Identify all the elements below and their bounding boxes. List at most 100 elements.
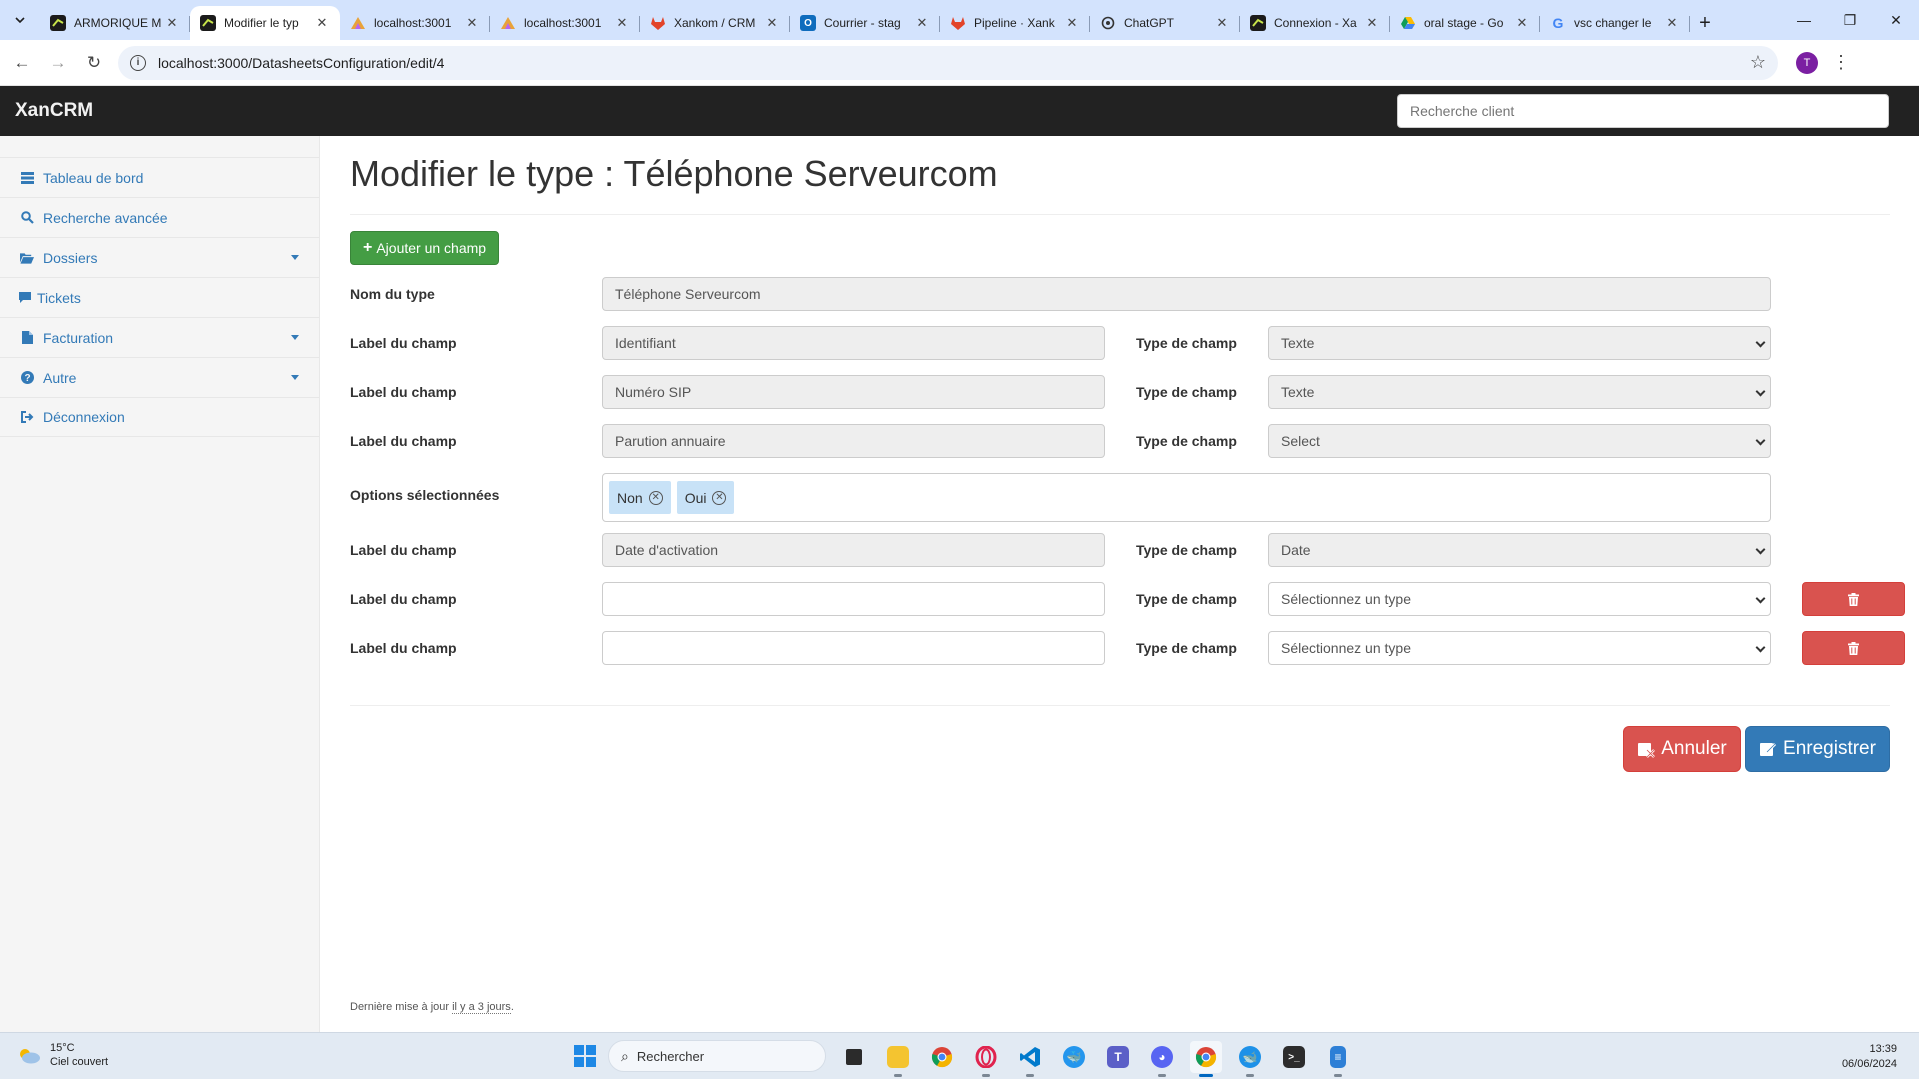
browser-menu-icon[interactable]: ⋮ (1832, 52, 1850, 73)
terminal-icon[interactable]: >_ (1278, 1041, 1310, 1073)
tab-close-icon[interactable]: ✕ (914, 15, 930, 31)
bookmark-star-icon[interactable]: ☆ (1750, 52, 1766, 73)
opera-icon[interactable] (970, 1041, 1002, 1077)
delete-field-button[interactable] (1802, 582, 1905, 616)
field-label-input[interactable] (602, 631, 1105, 665)
weather-widget[interactable]: 15°C Ciel couvert (16, 1041, 108, 1069)
profile-avatar[interactable]: T (1796, 51, 1818, 74)
browser-tab[interactable]: Xankom / CRM ✕ (640, 6, 790, 40)
cancel-button[interactable]: Annuler (1623, 726, 1741, 772)
browser-tab[interactable]: Pipeline · Xank ✕ (940, 6, 1090, 40)
sidebar-item-logout[interactable]: Déconnexion (0, 397, 319, 437)
tab-close-icon[interactable]: ✕ (464, 15, 480, 31)
tab-close-icon[interactable]: ✕ (1364, 15, 1380, 31)
chrome-active-icon[interactable] (1190, 1041, 1222, 1077)
browser-tab[interactable]: ARMORIQUE M ✕ (40, 6, 190, 40)
page-title: Modifier le type : Téléphone Serveurcom (350, 153, 998, 194)
client-search-input[interactable] (1397, 94, 1889, 128)
reload-icon[interactable]: ↻ (80, 49, 108, 77)
type-name-input[interactable]: Téléphone Serveurcom (602, 277, 1771, 311)
new-tab-button[interactable]: + (1690, 6, 1720, 40)
outlook-icon: O (800, 15, 816, 31)
tab-close-icon[interactable]: ✕ (164, 15, 180, 31)
browser-tab[interactable]: localhost:3001 ✕ (340, 6, 490, 40)
field-label-input[interactable] (602, 582, 1105, 616)
restore-icon[interactable]: ❐ (1827, 0, 1873, 40)
browser-tab[interactable]: G vsc changer le ✕ (1540, 6, 1690, 40)
type-name-row: Nom du type Téléphone Serveurcom (350, 277, 1890, 326)
sidebar-item-dossiers[interactable]: Dossiers (0, 237, 319, 277)
browser-tab-active[interactable]: Modifier le typ ✕ (190, 6, 340, 40)
field-type-select[interactable]: Select (1268, 424, 1771, 458)
remove-tag-icon[interactable]: ✕ (648, 490, 663, 505)
field-label-input[interactable]: Identifiant (602, 326, 1105, 360)
sidebar-item-autre[interactable]: ? Autre (0, 357, 319, 397)
system-clock[interactable]: 13:39 06/06/2024 (1842, 1042, 1897, 1072)
weather-temperature: 15°C (50, 1042, 75, 1054)
tab-close-icon[interactable]: ✕ (1214, 15, 1230, 31)
tab-close-icon[interactable]: ✕ (764, 15, 780, 31)
field-label-caption: Label du champ (350, 542, 457, 558)
sidebar-item-advanced-search[interactable]: Recherche avancée (0, 197, 319, 237)
docker-desktop-icon[interactable]: 🐋 (1234, 1041, 1266, 1077)
browser-tab[interactable]: oral stage - Go ✕ (1390, 6, 1540, 40)
app-brand[interactable]: XanCRM (0, 100, 93, 122)
discord-icon[interactable]: ◕ (1146, 1041, 1178, 1077)
sidebar-item-facturation[interactable]: Facturation (0, 317, 319, 357)
tab-close-icon[interactable]: ✕ (1514, 15, 1530, 31)
minimize-icon[interactable]: — (1781, 0, 1827, 40)
type-form: Nom du type Téléphone Serveurcom Label d… (350, 277, 1905, 680)
field-type-select[interactable]: Texte (1268, 326, 1771, 360)
browser-tab[interactable]: ChatGPT ✕ (1090, 6, 1240, 40)
tab-search-chevron-icon[interactable] (0, 0, 40, 40)
back-arrow-icon[interactable]: ← (8, 49, 36, 77)
delete-field-button[interactable] (1802, 631, 1905, 665)
field-type-caption: Type de champ (1136, 542, 1237, 558)
browser-tab[interactable]: localhost:3001 ✕ (490, 6, 640, 40)
chevron-down-icon (1755, 642, 1766, 653)
add-field-label: Ajouter un champ (376, 240, 487, 256)
tab-close-icon[interactable]: ✕ (314, 15, 330, 31)
forward-arrow-icon[interactable]: → (44, 49, 72, 77)
field-label-input[interactable]: Date d'activation (602, 533, 1105, 567)
field-row: Label du champ Numéro SIP Type de champ … (350, 375, 1890, 424)
windows-start-icon[interactable] (574, 1045, 596, 1067)
tab-close-icon[interactable]: ✕ (1664, 15, 1680, 31)
field-label-input[interactable]: Parution annuaire (602, 424, 1105, 458)
chrome-icon[interactable] (926, 1041, 958, 1073)
address-bar[interactable]: i localhost:3000/DatasheetsConfiguration… (118, 45, 1778, 80)
sidebar: Tableau de bord Recherche avancée Dossie… (0, 136, 320, 1032)
browser-tab[interactable]: Connexion - Xa ✕ (1240, 6, 1390, 40)
sidebar-item-label: Tableau de bord (43, 169, 144, 186)
field-type-select[interactable]: Sélectionnez un type (1268, 582, 1771, 616)
notepad-icon[interactable]: ≡ (1322, 1041, 1354, 1077)
tab-close-icon[interactable]: ✕ (1064, 15, 1080, 31)
option-tag: Non ✕ (609, 481, 671, 514)
browser-tab[interactable]: O Courrier - stag ✕ (790, 6, 940, 40)
type-name-label: Nom du type (350, 286, 435, 302)
xan-logo-icon (200, 15, 216, 31)
xan-logo-icon (1250, 15, 1266, 31)
field-row: Label du champ Type de champ Sélectionne… (350, 631, 1905, 680)
tab-close-icon[interactable]: ✕ (614, 15, 630, 31)
save-button[interactable]: Enregistrer (1745, 726, 1890, 772)
docker-icon[interactable]: 🐳 (1058, 1041, 1090, 1073)
file-explorer-icon[interactable] (882, 1041, 914, 1077)
field-type-select[interactable]: Texte (1268, 375, 1771, 409)
add-field-button[interactable]: + Ajouter un champ (350, 231, 500, 265)
close-window-icon[interactable]: ✕ (1873, 0, 1919, 40)
field-label-input[interactable]: Numéro SIP (602, 375, 1105, 409)
remove-tag-icon[interactable]: ✕ (712, 490, 727, 505)
site-info-icon[interactable]: i (130, 54, 146, 71)
task-view-icon[interactable] (838, 1041, 870, 1073)
field-type-caption: Type de champ (1136, 640, 1237, 656)
vscode-icon[interactable] (1014, 1041, 1046, 1077)
sidebar-item-dashboard[interactable]: Tableau de bord (0, 157, 319, 197)
field-type-select[interactable]: Date (1268, 533, 1771, 567)
options-multiselect[interactable]: Non ✕ Oui ✕ (602, 473, 1771, 522)
field-type-select[interactable]: Sélectionnez un type (1268, 631, 1771, 665)
taskbar-search[interactable]: ⌕ Rechercher (608, 1040, 826, 1072)
teams-icon[interactable]: T (1102, 1041, 1134, 1073)
tab-title: Pipeline · Xank (974, 16, 1055, 30)
sidebar-item-tickets[interactable]: Tickets (0, 277, 319, 317)
